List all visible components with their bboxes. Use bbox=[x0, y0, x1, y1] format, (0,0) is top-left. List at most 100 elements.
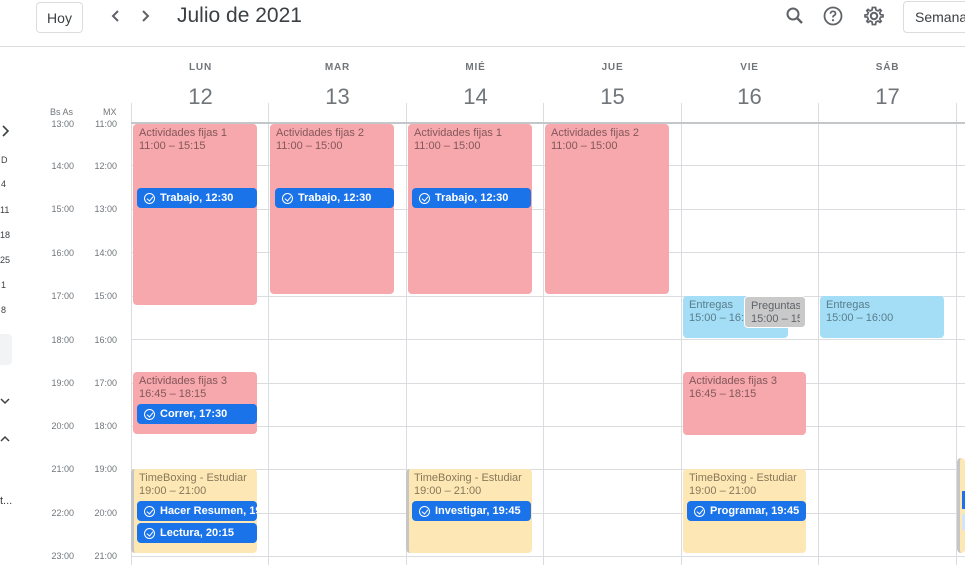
event-title: TimeBoxing - Estudiar bbox=[414, 472, 522, 484]
event-title: Actividades fijas 2 bbox=[276, 127, 365, 139]
event-time: 16:45 – 18:15 bbox=[139, 388, 207, 400]
event-actividades-fijas-3[interactable]: Actividades fijas 3 16:45 – 18:15 bbox=[133, 372, 257, 434]
check-circle-icon bbox=[694, 505, 705, 517]
task-trabajo[interactable]: Trabajo, 12:30 bbox=[412, 188, 531, 208]
event-title: Actividades fijas 1 bbox=[414, 127, 503, 139]
sidebar-input[interactable] bbox=[0, 334, 12, 365]
time-label: 21:00 bbox=[51, 464, 74, 474]
settings-icon[interactable] bbox=[862, 4, 886, 28]
event-time: 11:00 – 15:15 bbox=[139, 140, 206, 152]
day-name: MIÉ bbox=[465, 62, 486, 73]
event-time: 16:45 – 18:15 bbox=[689, 388, 757, 400]
check-circle-icon bbox=[419, 505, 430, 517]
event-title: Actividades fijas 1 bbox=[139, 127, 228, 139]
chevron-right-icon[interactable] bbox=[134, 5, 156, 27]
time-label: 12:00 bbox=[94, 161, 117, 171]
event-title: Entregas bbox=[826, 299, 871, 311]
check-circle-icon bbox=[144, 527, 155, 539]
event-time: 19:00 – 21:00 bbox=[139, 485, 207, 497]
event-title: Actividades fijas 2 bbox=[551, 127, 640, 139]
time-label: 20:00 bbox=[94, 508, 117, 518]
timezone-primary: Bs As bbox=[50, 107, 74, 117]
task-trabajo[interactable]: Trabajo, 12:30 bbox=[275, 188, 394, 208]
time-label: 18:00 bbox=[94, 421, 117, 431]
search-icon[interactable] bbox=[783, 4, 807, 28]
timezone-secondary: MX bbox=[103, 107, 117, 117]
today-button[interactable]: Hoy bbox=[36, 2, 83, 33]
time-label: 20:00 bbox=[51, 421, 74, 431]
mini-cal-day-header: D bbox=[1, 155, 8, 165]
mini-cal-date[interactable]: 25 bbox=[0, 255, 10, 265]
event-time: 11:00 – 15:00 bbox=[551, 140, 618, 152]
time-label: 15:00 bbox=[94, 291, 117, 301]
day-name: JUE bbox=[601, 62, 624, 73]
sidebar-truncated-text: t... bbox=[0, 495, 13, 507]
time-label: 17:00 bbox=[51, 291, 74, 301]
event-entregas[interactable]: Entregas 15:00 – 16:00 bbox=[820, 296, 944, 338]
task-label: Trabajo, 12:30 bbox=[298, 192, 372, 204]
task-label: Investigar, 19:45 bbox=[435, 505, 521, 517]
day-name: MAR bbox=[324, 62, 351, 73]
mini-cal-date[interactable]: 18 bbox=[0, 230, 10, 240]
check-circle-icon bbox=[419, 192, 430, 204]
time-label: 14:00 bbox=[94, 248, 117, 258]
page-title: Julio de 2021 bbox=[177, 4, 302, 27]
task-label: Hacer Resumen, 19 bbox=[160, 505, 257, 517]
event-time: 15:00 – 15: bbox=[751, 313, 800, 325]
task-label: Correr, 17:30 bbox=[160, 408, 228, 420]
check-circle-icon bbox=[144, 505, 155, 517]
time-label: 13:00 bbox=[94, 204, 117, 214]
task-hacer-resumen[interactable]: Hacer Resumen, 19 bbox=[137, 501, 257, 521]
chevron-down-icon[interactable] bbox=[0, 396, 10, 406]
task-investigar[interactable]: Investigar, 19:45 bbox=[412, 501, 531, 521]
mini-cal-date[interactable]: 11 bbox=[0, 205, 9, 215]
time-label: 19:00 bbox=[94, 464, 117, 474]
task-trabajo[interactable]: Trabajo, 12:30 bbox=[137, 188, 257, 208]
time-label: 17:00 bbox=[94, 378, 117, 388]
event-preguntas[interactable]: Preguntas p 15:00 – 15: bbox=[744, 296, 806, 328]
check-circle-icon bbox=[144, 192, 155, 204]
time-label: 13:00 bbox=[51, 119, 74, 129]
event-actividades-fijas-1[interactable]: Actividades fijas 1 11:00 – 15:15 bbox=[133, 124, 257, 305]
time-label: 19:00 bbox=[51, 378, 74, 388]
mini-cal-date[interactable]: 8 bbox=[1, 305, 6, 315]
time-label: 16:00 bbox=[94, 335, 117, 345]
event-actividades-fijas-1[interactable]: Actividades fijas 1 11:00 – 15:00 bbox=[408, 124, 532, 294]
view-select-button[interactable]: Semana bbox=[903, 1, 965, 33]
chevron-up-icon[interactable] bbox=[0, 434, 10, 444]
task-label: Trabajo, 12:30 bbox=[160, 192, 234, 204]
event-time: 11:00 – 15:00 bbox=[276, 140, 343, 152]
event-title: Preguntas p bbox=[751, 300, 800, 312]
event-title: Actividades fijas 3 bbox=[689, 375, 778, 387]
time-label: 15:00 bbox=[51, 204, 74, 214]
time-label: 22:00 bbox=[51, 508, 74, 518]
event-actividades-fijas-3[interactable]: Actividades fijas 3 16:45 – 18:15 bbox=[683, 372, 806, 435]
day-name: LUN bbox=[189, 62, 212, 73]
chevron-left-icon[interactable] bbox=[105, 5, 127, 27]
mini-cal-date[interactable]: 1 bbox=[1, 280, 6, 290]
event-actividades-fijas-2[interactable]: Actividades fijas 2 11:00 – 15:00 bbox=[545, 124, 669, 294]
task-programar[interactable]: Programar, 19:45 bbox=[687, 501, 806, 521]
event-actividades-fijas-2[interactable]: Actividades fijas 2 11:00 – 15:00 bbox=[270, 124, 394, 294]
header-divider bbox=[0, 46, 965, 47]
event-time: 19:00 – 21:00 bbox=[414, 485, 482, 497]
event-title: Actividades fijas 3 bbox=[139, 375, 228, 387]
time-label: 14:00 bbox=[51, 161, 74, 171]
help-icon[interactable] bbox=[821, 4, 845, 28]
mini-cal-date[interactable]: 4 bbox=[1, 179, 6, 189]
event-time: 19:00 – 21:00 bbox=[689, 485, 757, 497]
time-label: 11:00 bbox=[95, 119, 117, 129]
task-correr[interactable]: Correr, 17:30 bbox=[137, 404, 257, 424]
chevron-right-icon[interactable] bbox=[1, 125, 11, 137]
time-label: 16:00 bbox=[51, 248, 74, 258]
day-name: SÁB bbox=[875, 62, 900, 73]
task-label: Programar, 19:45 bbox=[710, 505, 800, 517]
check-circle-icon bbox=[282, 192, 293, 204]
task-lectura[interactable]: Lectura, 20:15 bbox=[137, 523, 257, 543]
task-label: Lectura, 20:15 bbox=[160, 527, 234, 539]
event-title: TimeBoxing - Estudiar bbox=[139, 472, 247, 484]
time-label: 18:00 bbox=[51, 335, 74, 345]
event-title: TimeBoxing - Estudiar bbox=[689, 472, 797, 484]
time-label: 21:00 bbox=[94, 551, 117, 561]
event-time: 11:00 – 15:00 bbox=[414, 140, 481, 152]
